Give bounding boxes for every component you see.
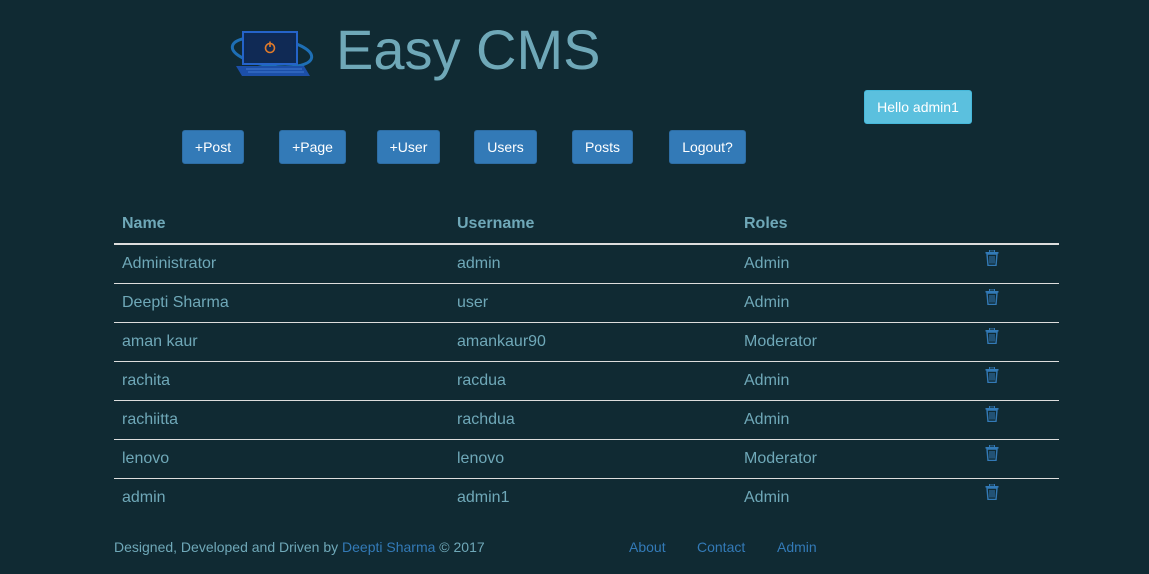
add-page-button[interactable]: +Page <box>279 130 346 164</box>
cell-actions <box>976 478 1059 517</box>
table-row: rachita racdua Admin <box>114 361 1059 401</box>
cell-role: Moderator <box>736 322 976 362</box>
footer-credits: Designed, Developed and Driven by Deepti… <box>114 538 485 556</box>
cell-username: admin <box>449 244 736 284</box>
cell-actions <box>976 439 1059 479</box>
cell-name: admin <box>122 488 166 506</box>
cell-role: Admin <box>736 283 976 323</box>
footer-link-admin[interactable]: Admin <box>777 538 817 556</box>
footer-suffix: © 2017 <box>435 539 485 555</box>
cell-username: rachdua <box>449 400 736 440</box>
footer-prefix: Designed, Developed and Driven by <box>114 539 343 555</box>
column-header-actions <box>976 204 1059 245</box>
footer-link-about[interactable]: About <box>629 538 666 556</box>
trash-icon[interactable] <box>985 405 999 423</box>
trash-icon[interactable] <box>985 288 999 306</box>
logo-laptop-power-icon <box>228 24 316 80</box>
cell-role: Admin <box>736 244 976 284</box>
trash-icon[interactable] <box>985 366 999 384</box>
cell-actions <box>976 244 1059 284</box>
table-header-row: Name Username Roles <box>114 204 1059 245</box>
cell-name: aman kaur <box>114 322 449 362</box>
cell-username: admin1 <box>457 488 510 506</box>
users-table: Name Username Roles Administrator admin Ad… <box>114 204 1059 517</box>
column-header-username: Username <box>449 204 736 245</box>
column-header-roles: Roles <box>736 204 976 245</box>
cell-role: Admin <box>744 488 790 506</box>
cell-role: Admin <box>736 400 976 440</box>
footer-link-contact[interactable]: Contact <box>697 538 745 556</box>
trash-icon[interactable] <box>985 483 999 501</box>
add-post-button[interactable]: +Post <box>182 130 244 164</box>
table-row: aman kaur amankaur90 Moderator <box>114 322 1059 362</box>
table-row: lenovo lenovo Moderator <box>114 439 1059 479</box>
table-row: Administrator admin Admin <box>114 244 1059 284</box>
table-row: Deepti Sharma user Admin <box>114 283 1059 323</box>
trash-icon[interactable] <box>985 444 999 462</box>
cell-name: rachiitta <box>114 400 449 440</box>
cell-username: user <box>449 283 736 323</box>
app-title: Easy CMS <box>336 18 601 81</box>
posts-button[interactable]: Posts <box>572 130 633 164</box>
cell-name: Deepti Sharma <box>114 283 449 323</box>
cell-name: lenovo <box>114 439 449 479</box>
cell-role: Admin <box>736 361 976 401</box>
add-user-button[interactable]: +User <box>377 130 440 164</box>
cell-username: lenovo <box>449 439 736 479</box>
trash-icon[interactable] <box>985 327 999 345</box>
cell-username: racdua <box>449 361 736 401</box>
cell-actions <box>976 361 1059 401</box>
cell-actions <box>976 283 1059 323</box>
trash-icon[interactable] <box>985 249 999 267</box>
greeting-button[interactable]: Hello admin1 <box>864 90 972 124</box>
table-row: rachiitta rachdua Admin <box>114 400 1059 440</box>
cell-username: amankaur90 <box>449 322 736 362</box>
cell-role: Moderator <box>736 439 976 479</box>
cell-name: rachita <box>114 361 449 401</box>
logout-button[interactable]: Logout? <box>669 130 746 164</box>
users-button[interactable]: Users <box>474 130 537 164</box>
cell-actions <box>976 322 1059 362</box>
column-header-name: Name <box>114 204 449 245</box>
table-row: admin admin1 Admin <box>114 478 1059 517</box>
cell-actions <box>976 400 1059 440</box>
cell-name: Administrator <box>114 244 449 284</box>
author-link[interactable]: Deepti Sharma <box>342 539 435 555</box>
